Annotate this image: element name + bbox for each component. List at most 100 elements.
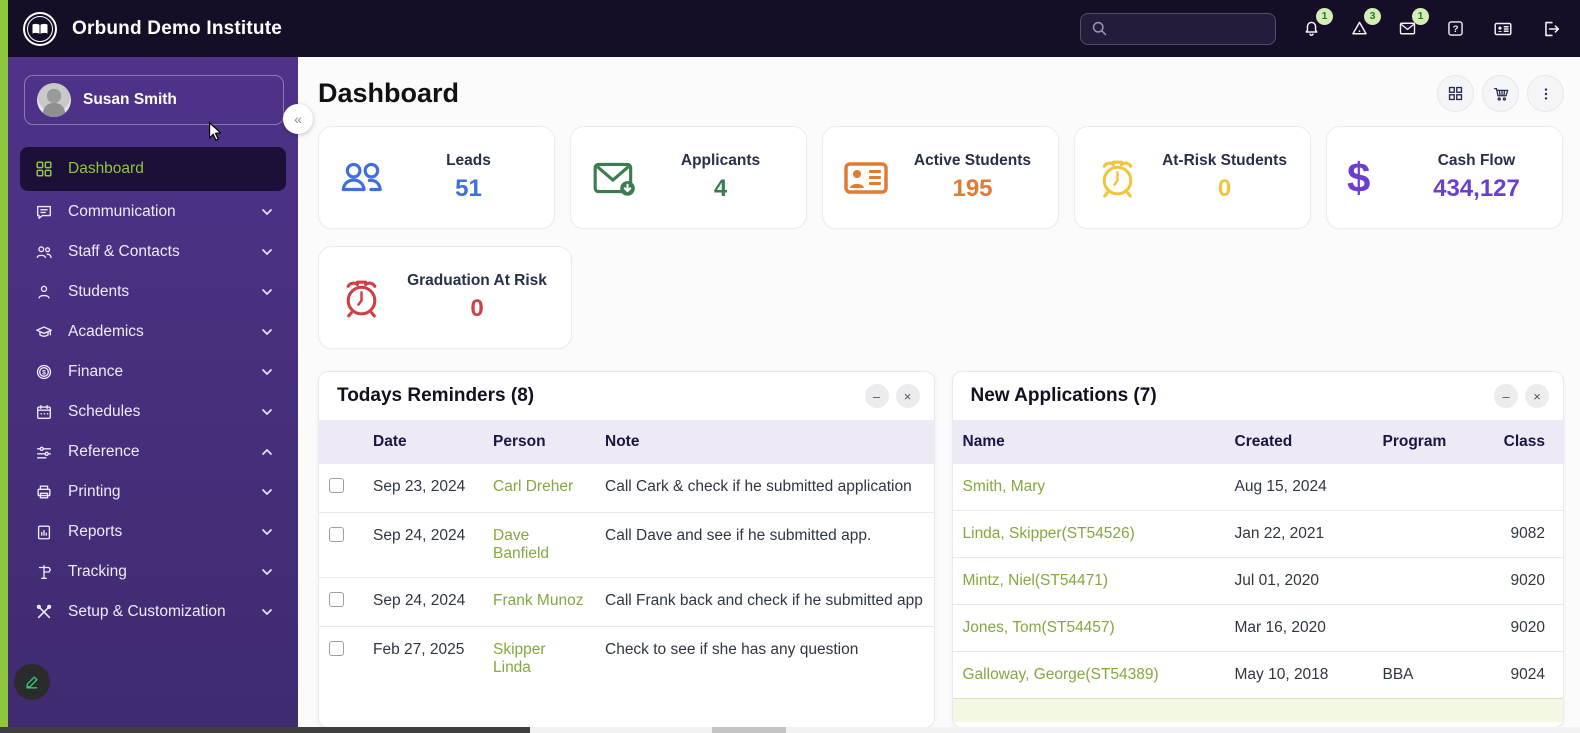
id-card-button[interactable]	[1490, 16, 1516, 42]
application-class: 9024	[1477, 651, 1563, 698]
stat-card-applicants[interactable]: Applicants 4	[570, 126, 807, 229]
application-created: Aug 15, 2024	[1224, 464, 1373, 511]
global-search[interactable]	[1080, 12, 1276, 45]
tools-icon	[34, 602, 54, 622]
stat-card-text: Graduation At Risk 0	[397, 272, 557, 323]
chevron-down-icon	[260, 205, 274, 219]
application-name-link[interactable]: Smith, Mary	[952, 464, 1225, 511]
main-content: Dashboard Leads 51 Applicants 4 Active S…	[298, 57, 1580, 727]
notifications-bell-button[interactable]: 1	[1298, 7, 1333, 42]
application-name-link[interactable]: Mintz, Niel(ST54471)	[952, 557, 1225, 605]
search-input[interactable]	[1116, 21, 1265, 36]
topbar-actions: 1 3 1 ?	[1080, 7, 1564, 45]
widgets-grid-button[interactable]	[1437, 75, 1474, 112]
sidebar-item-communication[interactable]: Communication	[20, 193, 286, 231]
application-row-partial	[952, 698, 1563, 722]
applications-panel-header: New Applications (7) – ×	[953, 372, 1564, 420]
sidebar-item-printing[interactable]: Printing	[20, 473, 286, 511]
minimize-button[interactable]: –	[1494, 384, 1518, 408]
sidebar-item-label: Printing	[68, 483, 121, 500]
reminder-person-link[interactable]: Carl Dreher	[483, 464, 595, 513]
alerts-alarm-button[interactable]: 3	[1346, 7, 1381, 42]
brand-title: Orbund Demo Institute	[72, 17, 283, 39]
reminder-date: Sep 24, 2024	[363, 577, 483, 627]
stat-card-cash-flow[interactable]: $ Cash Flow 434,127	[1326, 126, 1563, 229]
report-icon	[34, 522, 54, 542]
chevron-down-icon	[260, 485, 274, 499]
chevron-up-icon	[260, 445, 274, 459]
close-button[interactable]: ×	[895, 384, 920, 408]
sidebar-item-schedules[interactable]: Schedules	[20, 393, 286, 431]
search-icon	[1091, 20, 1108, 37]
sidebar-item-label: Communication	[68, 203, 176, 220]
column-header-created: Created	[1224, 420, 1373, 464]
reminder-checkbox[interactable]	[329, 478, 344, 493]
application-name-link[interactable]: Jones, Tom(ST54457)	[952, 604, 1225, 652]
edit-fab-button[interactable]	[14, 664, 50, 700]
left-accent-strip	[0, 0, 8, 727]
select-column-header	[319, 420, 363, 464]
sidebar-item-label: Staff & Contacts	[68, 243, 180, 260]
stat-card-text: At-Risk Students 0	[1153, 152, 1296, 203]
reminder-person-link[interactable]: Skipper Linda	[483, 626, 595, 691]
sidebar-item-staff-contacts[interactable]: Staff & Contacts	[20, 233, 286, 271]
user-profile-card[interactable]: Susan Smith	[24, 75, 284, 125]
leads-people-icon	[339, 157, 397, 199]
sidebar-item-tracking[interactable]: Tracking	[20, 553, 286, 591]
reminder-person-link[interactable]: Frank Munoz	[483, 577, 595, 627]
stat-card-leads[interactable]: Leads 51	[318, 126, 555, 229]
reminder-checkbox[interactable]	[329, 592, 344, 607]
application-name-link[interactable]: Galloway, George(ST54389)	[952, 651, 1225, 698]
sidebar-item-academics[interactable]: Academics	[20, 313, 286, 351]
application-class	[1477, 464, 1563, 511]
help-button[interactable]: ?	[1442, 16, 1468, 42]
grad-cap-icon	[34, 322, 54, 342]
sidebar-item-dashboard[interactable]: Dashboard	[20, 147, 286, 191]
kebab-menu-button[interactable]	[1527, 75, 1564, 112]
sidebar-item-students[interactable]: Students	[20, 273, 286, 311]
stat-card-at-risk-students[interactable]: At-Risk Students 0	[1074, 126, 1311, 229]
application-class: 9020	[1477, 604, 1563, 652]
sliders-icon	[34, 442, 54, 462]
reminder-date: Sep 23, 2024	[363, 464, 483, 513]
application-created: Mar 16, 2020	[1224, 604, 1373, 652]
horizontal-scrollbar[interactable]	[0, 727, 1580, 733]
stat-label: Cash Flow	[1437, 152, 1516, 169]
application-name-link[interactable]: Linda, Skipper(ST54526)	[952, 510, 1225, 558]
column-header-class: Class	[1477, 420, 1563, 464]
stat-card-active-students[interactable]: Active Students 195	[822, 126, 1059, 229]
application-row: Jones, Tom(ST54457) Mar 16, 2020 9020	[952, 604, 1563, 652]
sidebar-item-label: Students	[68, 283, 130, 300]
sidebar-item-finance[interactable]: $ Finance	[20, 353, 286, 391]
sidebar-item-reference[interactable]: Reference	[20, 433, 286, 471]
application-class: 9020	[1477, 557, 1563, 605]
reminder-checkbox[interactable]	[329, 641, 344, 656]
notifications-count-badge: 1	[1316, 7, 1333, 25]
minimize-button[interactable]: –	[864, 384, 889, 408]
application-program	[1372, 510, 1478, 558]
column-header-name: Name	[952, 420, 1225, 464]
scrollbar-thumb-secondary[interactable]	[712, 727, 786, 733]
application-row: Galloway, George(ST54389) May 10, 2018 B…	[952, 651, 1563, 698]
reminder-person-link[interactable]: Dave Banfield	[483, 512, 595, 578]
sidebar-item-setup-customization[interactable]: Setup & Customization	[20, 593, 286, 631]
cart-button[interactable]	[1482, 75, 1519, 112]
application-program	[1372, 604, 1478, 652]
stat-card-graduation-at-risk[interactable]: Graduation At Risk 0	[318, 246, 572, 349]
sidebar-item-reports[interactable]: Reports	[20, 513, 286, 551]
column-header-note: Note	[595, 420, 934, 464]
messages-button[interactable]: 1	[1394, 7, 1429, 42]
brand: Orbund Demo Institute	[22, 11, 282, 47]
close-button[interactable]: ×	[1525, 384, 1549, 408]
reminder-checkbox[interactable]	[329, 527, 344, 542]
application-program	[1372, 557, 1478, 605]
scrollbar-thumb[interactable]	[0, 727, 530, 733]
logout-button[interactable]	[1538, 16, 1564, 42]
application-program: BBA	[1372, 651, 1478, 698]
stat-value: 4	[713, 175, 728, 202]
stat-value: 195	[952, 175, 993, 202]
sidebar-collapse-button[interactable]: «	[283, 104, 313, 134]
person-icon	[34, 282, 54, 302]
chevron-down-icon	[260, 285, 274, 299]
printer-icon	[34, 482, 54, 502]
